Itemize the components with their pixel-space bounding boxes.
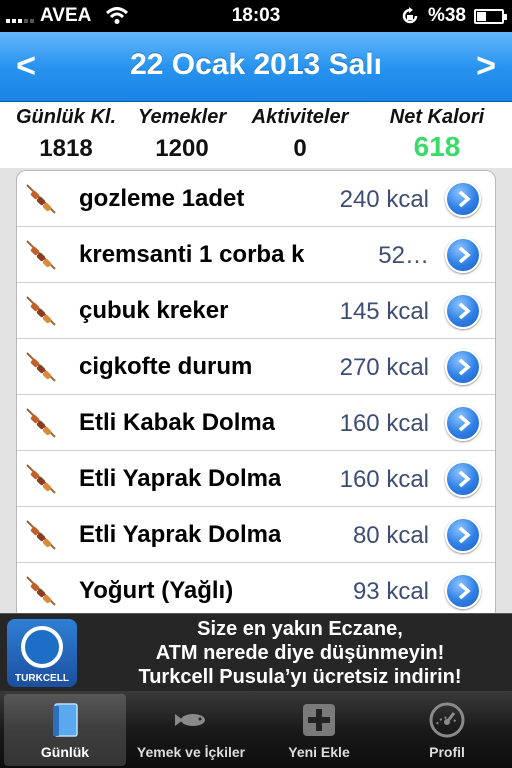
food-list-scroll[interactable]: gozleme 1adet 240 kcal kremsanti 1 corba…	[0, 168, 512, 613]
battery-percent: %38	[427, 5, 466, 26]
chevron-right-icon	[458, 470, 471, 488]
food-name: çubuk kreker	[79, 297, 229, 324]
fish-icon	[175, 714, 205, 726]
daily-label: Günlük Kl.	[16, 106, 116, 128]
date-header: < 22 Ocak 2013 Salı >	[0, 32, 512, 102]
list-item[interactable]: cigkofte durum 270 kcal	[17, 339, 495, 395]
turkcell-logo: TURKCELL	[7, 619, 77, 687]
status-bar: AVEA 18:03 %38	[0, 0, 512, 32]
food-name: Etli Yaprak Dolma	[79, 465, 282, 492]
food-kcal: 145 kcal	[339, 298, 429, 325]
ad-line-2: ATM nerede diye düşünmeyin!	[155, 642, 445, 664]
chevron-right-icon	[458, 414, 471, 432]
activity-value: 0	[293, 135, 307, 162]
food-name: gozleme 1adet	[79, 185, 245, 212]
list-item[interactable]: kremsanti 1 corba k 52…	[17, 227, 495, 283]
ad-brand: TURKCELL	[15, 673, 69, 684]
summary-food: Yemekler 1200	[128, 106, 236, 163]
date-title: 22 Ocak 2013 Salı	[130, 48, 382, 81]
kebab-icon	[26, 576, 56, 606]
food-name: cigkofte durum	[79, 353, 253, 380]
activity-label: Aktiviteler	[251, 106, 349, 128]
summary-activity: Aktiviteler 0	[240, 106, 360, 163]
chevron-right-icon	[458, 358, 471, 376]
tab-label: Yeni Ekle	[288, 744, 350, 760]
list-item[interactable]: Etli Kabak Dolma 160 kcal	[17, 395, 495, 451]
list-item[interactable]: çubuk kreker 145 kcal	[17, 283, 495, 339]
chevron-right-icon	[458, 246, 471, 264]
kebab-icon	[26, 352, 56, 382]
next-day-button[interactable]: >	[466, 46, 506, 86]
tab-yeni-ekle[interactable]: Yeni Ekle	[258, 694, 380, 766]
gauge-icon	[429, 702, 465, 738]
chevron-right-icon	[458, 190, 471, 208]
tab-profil[interactable]: Profil	[386, 694, 508, 766]
food-kcal: 160 kcal	[339, 466, 429, 493]
kebab-icon	[26, 184, 56, 214]
kebab-icon	[26, 408, 56, 438]
chevron-right-icon	[458, 302, 471, 320]
food-kcal: 270 kcal	[339, 354, 429, 381]
detail-disclosure-button[interactable]	[445, 237, 481, 273]
tab-yemek-ve-ickiler[interactable]: Yemek ve İçkiler	[130, 694, 252, 766]
food-kcal: 52…	[378, 242, 429, 269]
detail-disclosure-button[interactable]	[445, 349, 481, 385]
ad-line-1: Size en yakın Eczane,	[197, 618, 403, 640]
food-list: gozleme 1adet 240 kcal kremsanti 1 corba…	[16, 170, 496, 613]
detail-disclosure-button[interactable]	[445, 517, 481, 553]
list-item[interactable]: Yoğurt (Yağlı) 93 kcal	[17, 563, 495, 613]
tab-gunluk[interactable]: Günlük	[4, 694, 126, 766]
list-item[interactable]: Etli Yaprak Dolma 160 kcal	[17, 451, 495, 507]
ad-text: Size en yakın Eczane, ATM nerede diye dü…	[100, 617, 500, 689]
book-icon	[53, 703, 78, 737]
summary-net: Net Kalori 618	[376, 106, 498, 163]
tab-label: Günlük	[40, 744, 90, 760]
summary-daily: Günlük Kl. 1818	[6, 106, 126, 163]
food-label: Yemekler	[137, 106, 227, 128]
food-kcal: 80 kcal	[352, 522, 429, 549]
chevron-right-icon	[458, 526, 471, 544]
chevron-right-icon	[458, 582, 471, 600]
tab-bar: Günlük Yemek ve İçkiler Yeni Ekle Profil	[0, 691, 512, 768]
detail-disclosure-button[interactable]	[445, 461, 481, 497]
prev-day-button[interactable]: <	[6, 46, 46, 86]
net-label: Net Kalori	[389, 106, 485, 128]
ad-banner[interactable]: TURKCELL Size en yakın Eczane, ATM nered…	[0, 613, 512, 691]
ad-line-3: Turkcell Pusula’yı ücretsiz indirin!	[138, 666, 462, 688]
plus-icon	[303, 704, 335, 736]
food-name: kremsanti 1 corba k	[79, 241, 305, 268]
food-kcal: 240 kcal	[339, 186, 429, 213]
daily-value: 1818	[39, 135, 93, 162]
food-value: 1200	[155, 135, 209, 162]
tab-label: Yemek ve İçkiler	[136, 744, 246, 760]
rotation-lock-icon	[402, 7, 418, 24]
net-value: 618	[413, 131, 461, 162]
detail-disclosure-button[interactable]	[445, 573, 481, 609]
food-kcal: 93 kcal	[352, 578, 429, 605]
compass-icon	[21, 626, 63, 668]
detail-disclosure-button[interactable]	[445, 181, 481, 217]
kebab-icon	[26, 464, 56, 494]
kebab-icon	[26, 296, 56, 326]
status-right: %38	[400, 5, 507, 27]
detail-disclosure-button[interactable]	[445, 405, 481, 441]
food-name: Etli Kabak Dolma	[79, 409, 276, 436]
detail-disclosure-button[interactable]	[445, 293, 481, 329]
tab-label: Profil	[429, 744, 465, 760]
food-name: Etli Yaprak Dolma	[79, 521, 282, 548]
food-name: Yoğurt (Yağlı)	[79, 577, 234, 604]
kebab-icon	[26, 520, 56, 550]
list-item[interactable]: gozleme 1adet 240 kcal	[17, 171, 495, 227]
battery-icon	[474, 8, 507, 24]
kebab-icon	[26, 240, 56, 270]
list-item[interactable]: Etli Yaprak Dolma 80 kcal	[17, 507, 495, 563]
calorie-summary: Günlük Kl. 1818 Yemekler 1200 Aktivitele…	[0, 102, 512, 168]
food-kcal: 160 kcal	[339, 410, 429, 437]
